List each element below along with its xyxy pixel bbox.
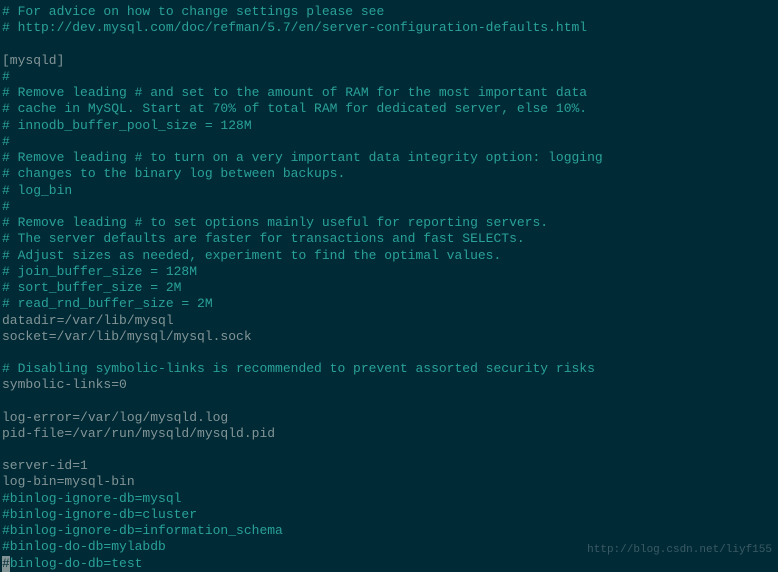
config-line: #: [2, 69, 776, 85]
config-line: log-bin=mysql-bin: [2, 474, 776, 490]
config-line: # Remove leading # to turn on a very imp…: [2, 150, 776, 166]
config-line: # cache in MySQL. Start at 70% of total …: [2, 101, 776, 117]
config-line: #binlog-ignore-db=information_schema: [2, 523, 776, 539]
config-line: pid-file=/var/run/mysqld/mysqld.pid: [2, 426, 776, 442]
config-line: [2, 442, 776, 458]
config-line: # For advice on how to change settings p…: [2, 4, 776, 20]
config-line: # The server defaults are faster for tra…: [2, 231, 776, 247]
watermark: http://blog.csdn.net/liyf155: [587, 544, 772, 558]
config-line: #: [2, 199, 776, 215]
config-line: # changes to the binary log between back…: [2, 166, 776, 182]
config-line: symbolic-links=0: [2, 377, 776, 393]
config-line: # log_bin: [2, 183, 776, 199]
config-line: [2, 394, 776, 410]
config-line: # Remove leading # to set options mainly…: [2, 215, 776, 231]
config-line: #: [2, 134, 776, 150]
config-line: socket=/var/lib/mysql/mysql.sock: [2, 329, 776, 345]
cursor-line-rest: binlog-do-db=test: [10, 556, 143, 571]
config-line: # Disabling symbolic-links is recommende…: [2, 361, 776, 377]
config-line: server-id=1: [2, 458, 776, 474]
config-line: # http://dev.mysql.com/doc/refman/5.7/en…: [2, 20, 776, 36]
config-line: log-error=/var/log/mysqld.log: [2, 410, 776, 426]
config-line: [2, 37, 776, 53]
terminal-editor[interactable]: # For advice on how to change settings p…: [2, 4, 776, 556]
config-line: # read_rnd_buffer_size = 2M: [2, 296, 776, 312]
config-line: # innodb_buffer_pool_size = 128M: [2, 118, 776, 134]
config-line: # Remove leading # and set to the amount…: [2, 85, 776, 101]
config-line: #binlog-ignore-db=cluster: [2, 507, 776, 523]
config-line: datadir=/var/lib/mysql: [2, 313, 776, 329]
config-line: # sort_buffer_size = 2M: [2, 280, 776, 296]
config-line: # join_buffer_size = 128M: [2, 264, 776, 280]
config-line: #binlog-ignore-db=mysql: [2, 491, 776, 507]
config-line: [mysqld]: [2, 53, 776, 69]
config-line: # Adjust sizes as needed, experiment to …: [2, 248, 776, 264]
config-line: [2, 345, 776, 361]
